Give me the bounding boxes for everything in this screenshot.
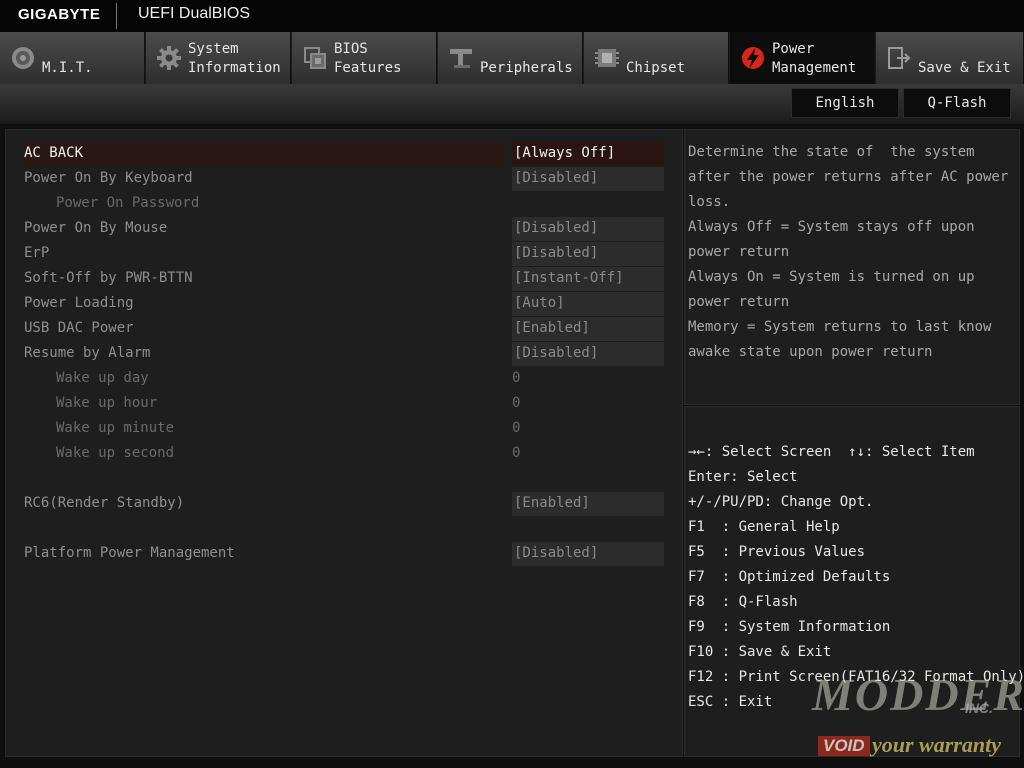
exit-icon xyxy=(888,47,911,69)
help-line: awake state upon power return xyxy=(688,344,933,360)
tab-label: BIOS Features xyxy=(334,41,402,76)
help-line: after the power returns after AC power xyxy=(688,169,1009,185)
watermark-tagline: your warranty xyxy=(872,732,1001,757)
help-line: power return xyxy=(688,294,790,310)
setting-label-ac-back[interactable]: AC BACK xyxy=(24,142,83,164)
chipset-icon xyxy=(595,49,619,67)
setting-value-resume-by-alarm[interactable]: [Disabled] xyxy=(512,342,664,366)
tab-save-exit[interactable]: Save & Exit xyxy=(876,32,1024,84)
key-hint: F5 : Previous Values xyxy=(688,544,866,560)
selection-highlight xyxy=(24,143,504,167)
setting-label-rc6[interactable]: RC6(Render Standby) xyxy=(24,492,184,514)
setting-label-power-on-mouse[interactable]: Power On By Mouse xyxy=(24,217,167,239)
setting-label-power-loading[interactable]: Power Loading xyxy=(24,292,134,314)
setting-label-wake-up-day: Wake up day xyxy=(56,370,149,386)
key-hint: →←: Select Screen ↑↓: Select Item xyxy=(688,444,975,460)
setting-label-usb-dac-power[interactable]: USB DAC Power xyxy=(24,317,134,339)
key-hint: F8 : Q-Flash xyxy=(688,594,798,610)
setting-value-soft-off[interactable]: [Instant-Off] xyxy=(512,267,664,291)
connector-icon xyxy=(450,49,472,68)
setting-value-power-loading[interactable]: [Auto] xyxy=(512,292,664,316)
setting-value-wake-up-day: 0 xyxy=(512,370,521,386)
brand-logo: GIGABYTE xyxy=(18,6,101,23)
help-line: Always Off = System stays off upon xyxy=(688,219,975,235)
help-line: power return xyxy=(688,244,790,260)
setting-value-power-on-keyboard[interactable]: [Disabled] xyxy=(512,167,664,191)
watermark-void: VOID xyxy=(818,736,870,756)
setting-value-wake-up-minute: 0 xyxy=(512,420,521,436)
power-bolt-icon xyxy=(742,47,764,69)
setting-label-wake-up-second: Wake up second xyxy=(56,445,175,461)
tab-label: System Information xyxy=(188,41,281,76)
key-hint: F9 : System Information xyxy=(688,619,891,635)
setting-value-usb-dac-power[interactable]: [Enabled] xyxy=(512,317,664,341)
tab-bios-features[interactable]: BIOS Features xyxy=(292,32,437,84)
brand-divider xyxy=(116,3,117,29)
tab-label: M.I.T. xyxy=(42,60,93,76)
setting-label-resume-by-alarm[interactable]: Resume by Alarm xyxy=(24,342,150,364)
gauge-icon xyxy=(12,47,34,69)
setting-value-wake-up-hour: 0 xyxy=(512,395,521,411)
help-line: Determine the state of the system xyxy=(688,144,975,160)
setting-label-wake-up-hour: Wake up hour xyxy=(56,395,158,411)
setting-value-wake-up-second: 0 xyxy=(512,445,521,461)
setting-value-erp[interactable]: [Disabled] xyxy=(512,242,664,266)
main-tabs: M.I.T. System Information BIOS Features … xyxy=(0,32,1024,84)
key-hint: ESC : Exit xyxy=(688,694,773,710)
qflash-button[interactable]: Q-Flash xyxy=(903,88,1011,118)
tab-system-information[interactable]: System Information xyxy=(146,32,291,84)
watermark-inc: INC. xyxy=(965,700,993,716)
chip-icon xyxy=(304,47,326,69)
setting-label-power-on-keyboard[interactable]: Power On By Keyboard xyxy=(24,167,193,189)
setting-value-power-on-mouse[interactable]: [Disabled] xyxy=(512,217,664,241)
setting-label-wake-up-minute: Wake up minute xyxy=(56,420,175,436)
gear-icon xyxy=(157,46,181,70)
key-hint: Enter: Select xyxy=(688,469,798,485)
help-line: Always On = System is turned on up xyxy=(688,269,975,285)
key-hint: F7 : Optimized Defaults xyxy=(688,569,891,585)
tab-label: Chipset xyxy=(626,60,686,76)
help-line: loss. xyxy=(688,194,731,210)
title-bar: GIGABYTE UEFI DualBIOS xyxy=(0,0,1024,32)
help-line: Memory = System returns to last know xyxy=(688,319,992,335)
tab-power-management[interactable]: Power Management xyxy=(730,32,875,84)
tab-chipset[interactable]: Chipset xyxy=(584,32,729,84)
setting-value-rc6[interactable]: [Enabled] xyxy=(512,492,664,516)
setting-value-ac-back[interactable]: [Always Off] xyxy=(512,142,664,166)
product-name: UEFI DualBIOS xyxy=(138,5,251,22)
setting-label-power-on-password: Power On Password xyxy=(56,195,200,211)
tab-label: Peripherals xyxy=(480,60,573,76)
tab-peripherals[interactable]: Peripherals xyxy=(438,32,583,84)
setting-label-platform-power-management[interactable]: Platform Power Management xyxy=(24,542,235,564)
tab-label: Power Management xyxy=(772,41,857,76)
setting-value-platform-power-management[interactable]: [Disabled] xyxy=(512,542,664,566)
key-hint: F1 : General Help xyxy=(688,519,840,535)
setting-label-soft-off[interactable]: Soft-Off by PWR-BTTN xyxy=(24,267,193,289)
setting-label-erp[interactable]: ErP xyxy=(24,242,49,264)
language-button[interactable]: English xyxy=(791,88,899,118)
key-hint: +/-/PU/PD: Change Opt. xyxy=(688,494,874,510)
tab-mit[interactable]: M.I.T. xyxy=(0,32,145,84)
key-hint: F10 : Save & Exit xyxy=(688,644,832,660)
tab-label: Save & Exit xyxy=(918,60,1011,76)
